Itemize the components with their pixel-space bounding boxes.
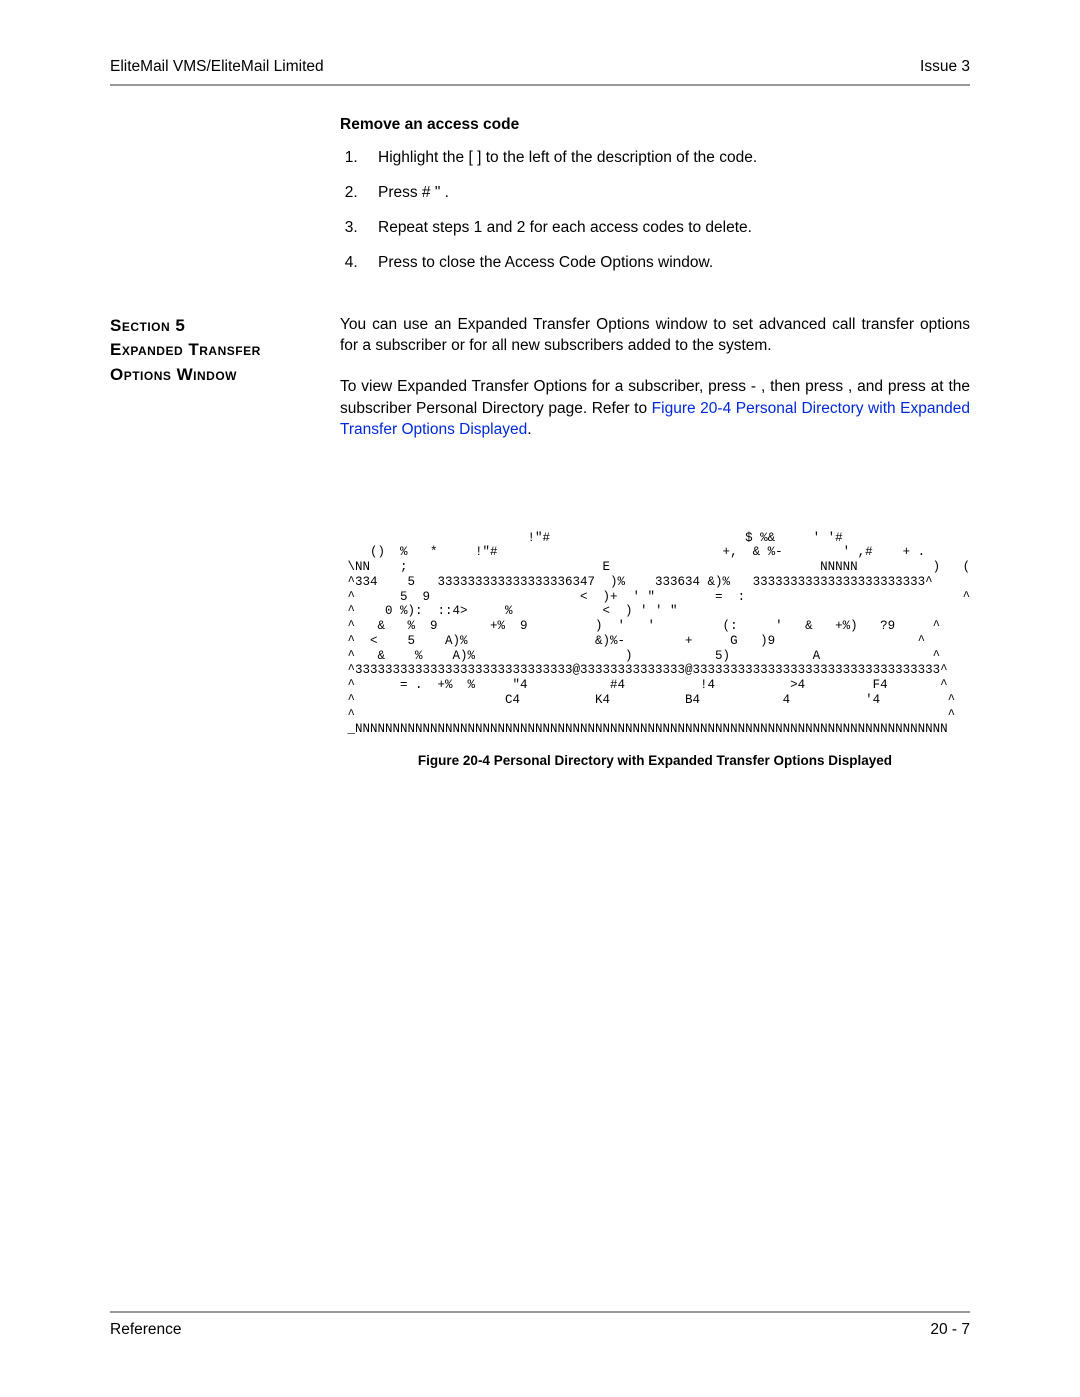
- section-5-label: Section 5 Expanded Transfer Options Wind…: [110, 314, 340, 388]
- remove-steps-list: Highlight the [ ] to the left of the des…: [340, 148, 970, 274]
- header-right: Issue 3: [920, 58, 970, 76]
- figure-caption: Figure 20-4 Personal Directory with Expa…: [340, 753, 970, 768]
- section-title-line1: Expanded Transfer: [110, 340, 261, 359]
- footer-right: 20 - 7: [930, 1321, 970, 1339]
- footer-rule: [110, 1311, 970, 1313]
- footer-left: Reference: [110, 1321, 182, 1339]
- section-5-para-1: You can use an Expanded Transfer Options…: [340, 314, 970, 357]
- page-header: EliteMail VMS/EliteMail Limited Issue 3: [110, 58, 970, 76]
- section-title-line2: Options Window: [110, 365, 237, 384]
- figure-ascii-block: !"# $ %& ' '# () % * !"# +, & %- ' ,# + …: [340, 531, 970, 738]
- section-number: Section 5: [110, 316, 185, 335]
- section-5-para-2: To view Expanded Transfer Options for a …: [340, 376, 970, 440]
- para2-text-b: .: [527, 421, 531, 438]
- section-5-body: You can use an Expanded Transfer Options…: [340, 314, 970, 461]
- remove-access-code-heading: Remove an access code: [340, 116, 970, 134]
- step-2: Press # " .: [362, 183, 970, 204]
- step-4: Press to close the Access Code Options w…: [362, 253, 970, 274]
- step-3: Repeat steps 1 and 2 for each access cod…: [362, 218, 970, 239]
- header-rule: [110, 84, 970, 86]
- header-left: EliteMail VMS/EliteMail Limited: [110, 58, 324, 76]
- step-1: Highlight the [ ] to the left of the des…: [362, 148, 970, 169]
- page-footer: Reference 20 - 7: [110, 1311, 970, 1339]
